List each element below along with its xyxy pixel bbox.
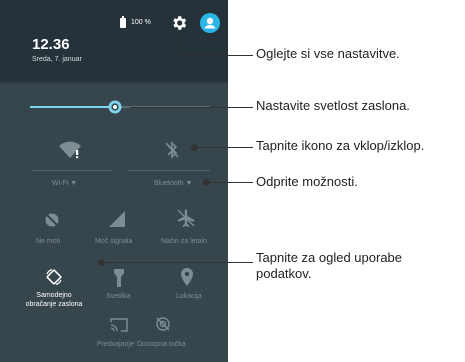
callout-connector [197, 147, 253, 148]
callout-connector [104, 262, 253, 263]
user-icon [204, 17, 216, 29]
wifi-label-text: Wi-Fi [52, 180, 69, 187]
auto-rotate-label-line1[interactable]: Samodejno [32, 292, 76, 299]
callout-options: Odprite možnosti. [256, 174, 358, 189]
callout-brightness: Nastavite svetlost zaslona. [256, 98, 410, 113]
signal-strength-icon[interactable] [108, 210, 126, 228]
callout-toggle: Tapnite ikono za vklop/izklop. [256, 138, 425, 153]
battery-percent: 100 % [131, 19, 151, 26]
airplane-icon[interactable] [176, 208, 196, 228]
location-icon[interactable] [180, 267, 194, 287]
chevron-down-icon: ▼ [70, 180, 78, 187]
hotspot-label[interactable]: Dostopna točka [137, 341, 186, 348]
bluetooth-label[interactable]: Bluetooth ▼ [154, 180, 192, 187]
auto-rotate-icon[interactable] [45, 268, 63, 286]
user-avatar[interactable] [200, 13, 220, 33]
cast-label[interactable]: Predvajanje [97, 341, 134, 348]
flashlight-label[interactable]: Svetilka [106, 293, 131, 300]
cast-icon[interactable] [110, 318, 128, 332]
wifi-label[interactable]: Wi-Fi ▼ [52, 180, 77, 187]
chevron-down-icon: ▼ [185, 180, 193, 187]
signal-strength-label[interactable]: Moč signala [95, 238, 132, 245]
wifi-icon[interactable] [58, 140, 82, 160]
bluetooth-divider [128, 170, 210, 171]
callout-data-line1: Tapnite za ogled uporabe [256, 250, 403, 265]
flashlight-icon[interactable] [113, 268, 125, 288]
auto-rotate-label-line2[interactable]: obračanje zaslona [20, 301, 88, 308]
location-label[interactable]: Lokacija [176, 293, 202, 300]
callout-connector [181, 55, 253, 56]
battery-icon [120, 16, 126, 28]
callout-connector [209, 182, 253, 183]
brightness-icon[interactable] [107, 99, 123, 115]
gear-icon[interactable] [170, 14, 188, 32]
callout-settings: Oglejte si vse nastavitve. [256, 46, 400, 61]
callout-connector [130, 107, 253, 108]
clock-date: Sreda, 7. januar [32, 56, 82, 63]
callout-data-line2: podatkov. [256, 266, 312, 281]
airplane-mode-label[interactable]: Način za letalo [161, 238, 207, 245]
hotspot-icon[interactable] [155, 316, 171, 332]
do-not-disturb-label[interactable]: Ne moti [36, 238, 60, 245]
brightness-slider-fill [30, 106, 115, 108]
bluetooth-off-icon[interactable] [163, 140, 181, 160]
bluetooth-label-text: Bluetooth [154, 180, 184, 187]
callout-connector [181, 34, 182, 55]
wifi-divider [32, 170, 112, 171]
clock-time: 12.36 [32, 36, 70, 53]
do-not-disturb-icon[interactable] [44, 212, 60, 228]
